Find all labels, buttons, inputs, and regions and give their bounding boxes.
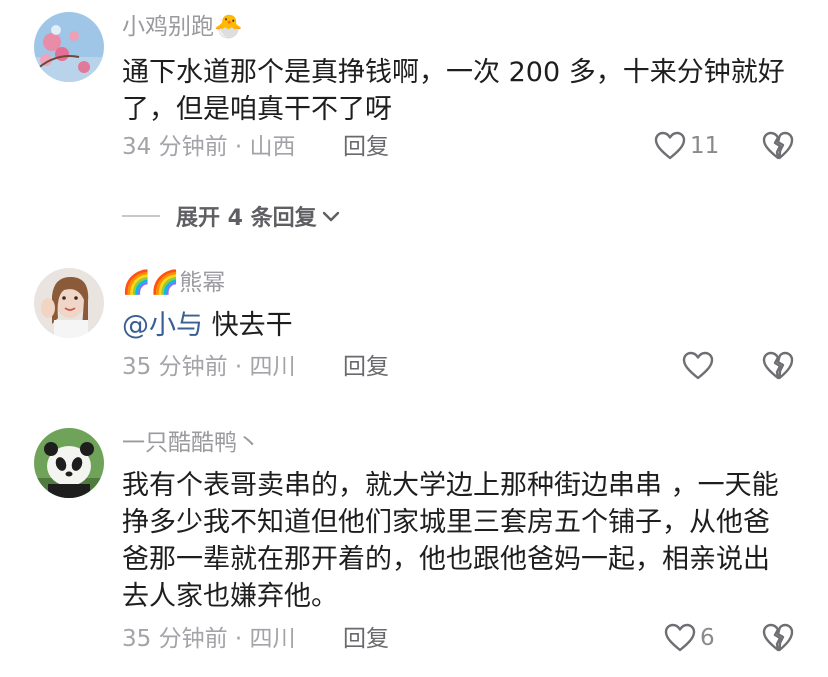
heart-outline-icon [682, 351, 714, 380]
avatar[interactable] [34, 12, 104, 82]
username-text: 熊幂 [179, 270, 226, 296]
reply-button[interactable]: 回复 [343, 352, 389, 382]
username[interactable]: 一只酷酷鸭丶 [122, 428, 260, 458]
like-button[interactable]: 6 [664, 623, 715, 653]
expand-replies-label: 展开 4 条回复 [176, 206, 317, 231]
broken-heart-icon [762, 623, 794, 652]
timestamp: 35 分钟前 [122, 354, 228, 380]
location: 山西 [249, 134, 296, 160]
like-button[interactable] [682, 351, 714, 381]
dislike-button[interactable] [762, 623, 794, 653]
comment-meta: 34 分钟前 · 山西 [122, 132, 296, 162]
meta-separator: · [234, 134, 243, 160]
meta-separator: · [234, 626, 243, 652]
chick-emoji: 🐣 [214, 14, 243, 40]
heart-outline-icon [664, 623, 696, 652]
comment-text: @小与 快去干 [122, 307, 802, 344]
avatar[interactable] [34, 268, 104, 338]
comment-meta: 35 分钟前 · 四川 [122, 352, 296, 382]
rainbow-emoji: 🌈🌈 [122, 270, 180, 296]
expand-divider [122, 215, 160, 217]
like-count: 6 [700, 625, 715, 651]
avatar[interactable] [34, 428, 104, 498]
location: 四川 [249, 626, 296, 652]
heart-outline-icon [654, 131, 686, 160]
chevron-down-icon [322, 211, 339, 222]
location: 四川 [249, 354, 296, 380]
mention-link[interactable]: @小与 [122, 310, 203, 341]
username[interactable]: 小鸡别跑🐣 [122, 12, 243, 42]
reply-button[interactable]: 回复 [343, 624, 389, 654]
timestamp: 34 分钟前 [122, 134, 228, 160]
broken-heart-icon [762, 351, 794, 380]
comment-body: 快去干 [203, 310, 293, 341]
meta-separator: · [234, 354, 243, 380]
girl-photo-avatar [34, 268, 104, 338]
reply-button[interactable]: 回复 [343, 132, 389, 162]
dislike-button[interactable] [762, 131, 794, 161]
like-count: 11 [690, 133, 720, 159]
comment-meta: 35 分钟前 · 四川 [122, 624, 296, 654]
comment-text: 我有个表哥卖串的，就大学边上那种街边串串 ，一天能挣多少我不知道但他们家城里三套… [122, 470, 779, 612]
flower-photo-avatar [34, 12, 104, 82]
broken-heart-icon [762, 131, 794, 160]
expand-replies-button[interactable]: 展开 4 条回复 [122, 200, 341, 232]
panda-photo-avatar [34, 428, 104, 498]
dislike-button[interactable] [762, 351, 794, 381]
username[interactable]: 🌈🌈熊幂 [122, 268, 225, 298]
username-text: 小鸡别跑 [122, 14, 214, 40]
comment-text: 通下水道那个是真挣钱啊，一次 200 多，十来分钟就好了，但是咱真干不了呀 [122, 57, 785, 125]
timestamp: 35 分钟前 [122, 626, 228, 652]
like-button[interactable]: 11 [654, 131, 719, 161]
